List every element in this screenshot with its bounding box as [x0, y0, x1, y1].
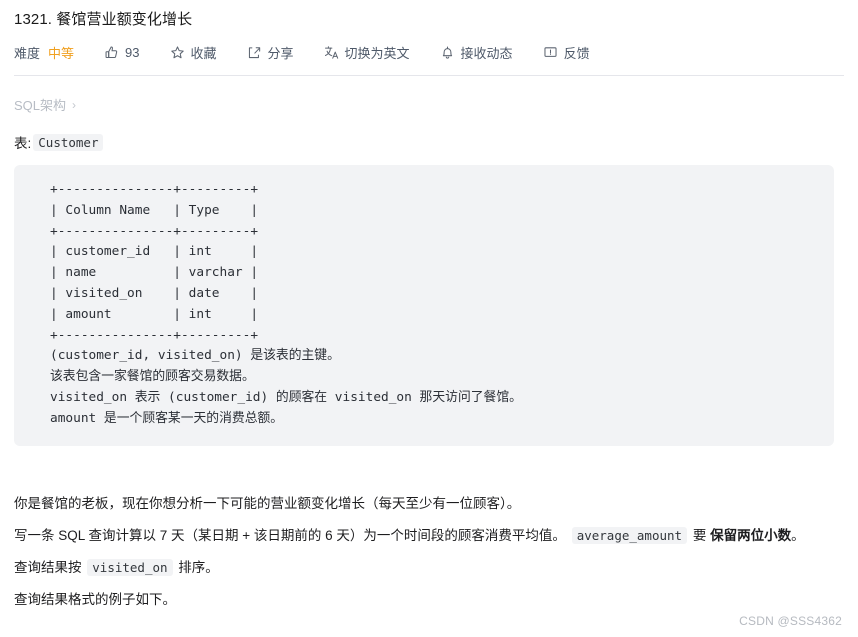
table-name-line: 表: Customer	[14, 114, 844, 152]
paragraph-example-text: 查询结果格式的例子如下。	[14, 591, 176, 607]
paragraph-task-bold: 保留两位小数	[710, 527, 792, 543]
paragraph-order: 查询结果按 visited_on 排序。	[14, 552, 844, 584]
share-label: 分享	[267, 45, 294, 61]
watermark: CSDN @SSS4362	[739, 614, 842, 628]
problem-page: 1321. 餐馆营业额变化增长 难度 中等 93 收藏 分享 切换为英文 接收动…	[0, 0, 858, 616]
meta-toolbar: 难度 中等 93 收藏 分享 切换为英文 接收动态 反馈	[14, 36, 844, 68]
paragraph-order-text-2: 排序。	[178, 559, 219, 575]
paragraph-task: 写一条 SQL 查询计算以 7 天（某日期 + 该日期前的 6 天）为一个时间段…	[14, 520, 844, 552]
paragraph-task-text-2: 要	[692, 527, 707, 543]
feedback-icon	[543, 45, 558, 60]
page-title: 1321. 餐馆营业额变化增长	[14, 11, 193, 28]
paragraph-intro: 你是餐馆的老板，现在你想分析一下可能的营业额变化增长（每天至少有一位顾客）。	[14, 488, 844, 520]
paragraph-task-end: 。	[791, 527, 805, 543]
subscribe-button[interactable]: 接收动态	[440, 43, 513, 62]
difficulty-label: 难度	[14, 45, 41, 61]
translate-button[interactable]: 切换为英文	[324, 43, 410, 62]
bell-icon	[440, 45, 455, 60]
feedback-button[interactable]: 反馈	[543, 43, 590, 62]
translate-label: 切换为英文	[344, 45, 410, 61]
favorite-button[interactable]: 收藏	[170, 43, 217, 62]
difficulty-badge: 中等	[48, 45, 75, 61]
chevron-right-icon: ›	[72, 97, 77, 112]
problem-description: 你是餐馆的老板，现在你想分析一下可能的营业额变化增长（每天至少有一位顾客）。 写…	[14, 446, 844, 616]
visited-on-code: visited_on	[87, 558, 173, 576]
translate-icon	[324, 45, 339, 60]
table-prefix-label: 表:	[14, 136, 32, 151]
table-name-code: Customer	[33, 133, 104, 151]
like-button[interactable]: 93	[104, 44, 140, 60]
breadcrumb[interactable]: SQL架构 ›	[14, 76, 844, 114]
share-button[interactable]: 分享	[247, 43, 294, 62]
paragraph-task-text-1: 写一条 SQL 查询计算以 7 天（某日期 + 该日期前的 6 天）为一个时间段…	[14, 527, 566, 543]
paragraph-intro-text: 你是餐馆的老板，现在你想分析一下可能的营业额变化增长（每天至少有一位顾客）。	[14, 495, 521, 511]
schema-ascii-table: +---------------+---------+ | Column Nam…	[50, 182, 259, 343]
share-icon	[247, 45, 262, 60]
paragraph-order-text-1: 查询结果按	[14, 559, 82, 575]
average-amount-code: average_amount	[571, 526, 688, 544]
breadcrumb-label: SQL架构	[14, 98, 67, 113]
star-icon	[170, 45, 185, 60]
like-count: 93	[125, 44, 140, 60]
thumbs-up-icon	[104, 45, 119, 60]
subscribe-label: 接收动态	[460, 45, 513, 61]
favorite-label: 收藏	[190, 45, 217, 61]
schema-description: (customer_id, visited_on) 是该表的主键。 该表包含一家…	[50, 348, 522, 426]
feedback-label: 反馈	[563, 45, 590, 61]
difficulty-group: 难度 中等	[14, 43, 74, 62]
schema-code-block: +---------------+---------+ | Column Nam…	[14, 165, 834, 446]
paragraph-example: 查询结果格式的例子如下。	[14, 584, 844, 616]
